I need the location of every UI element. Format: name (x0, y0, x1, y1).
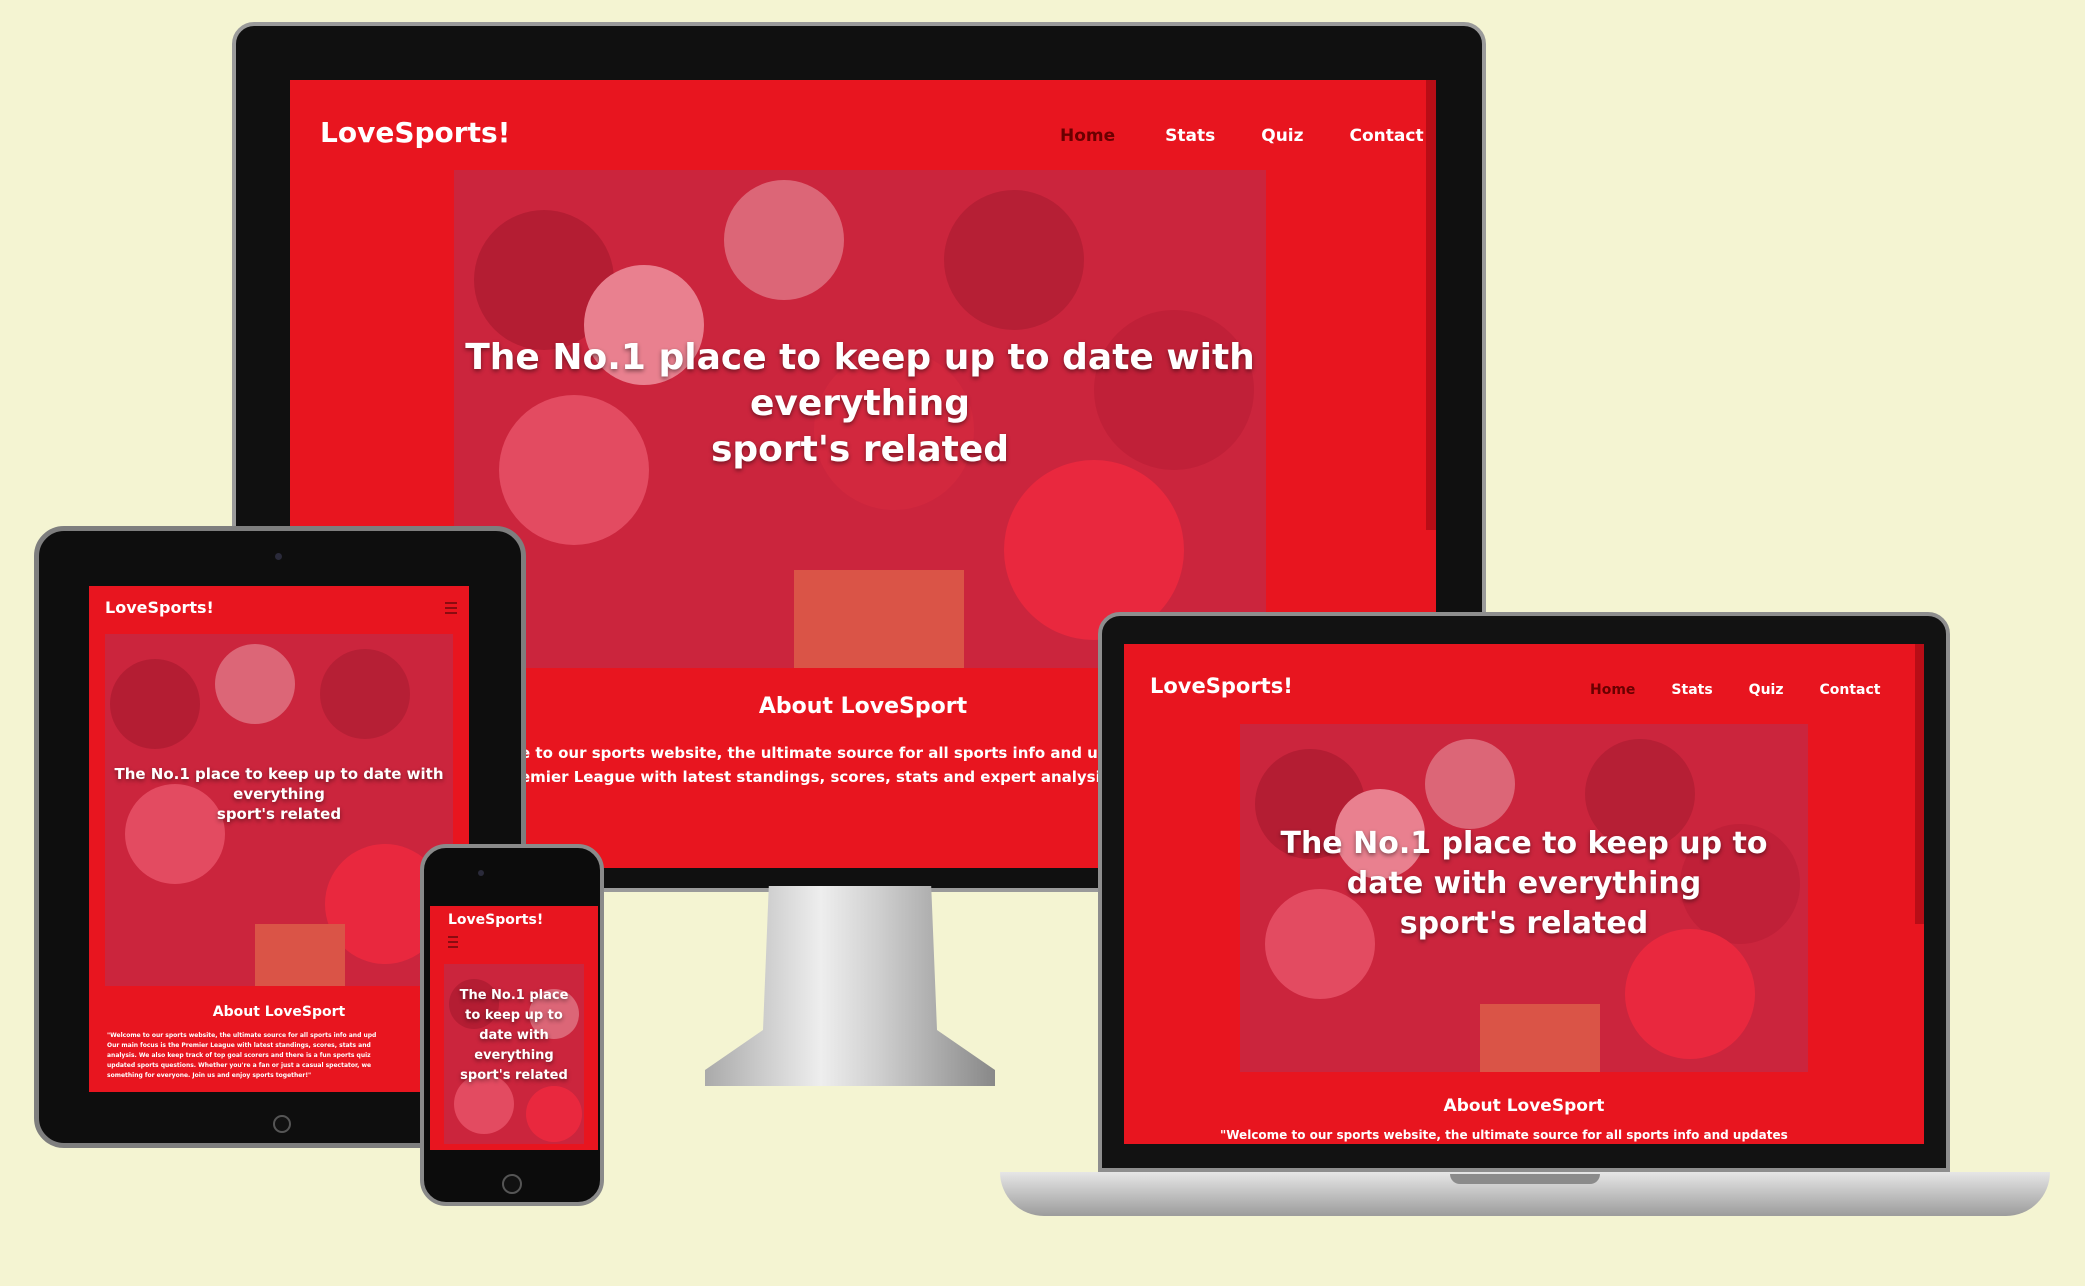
hero-line-2: date with everything (1346, 866, 1702, 901)
monitor-stand (705, 886, 995, 1086)
hero-line-1: The No.1 place to keep up to date with (114, 765, 444, 783)
nav-quiz[interactable]: Quiz (1261, 126, 1303, 146)
scrollbar[interactable] (1915, 644, 1924, 924)
about-text-line-3: analysis. We also keep track of top goal… (107, 1052, 371, 1059)
hero-line-1: The No.1 place to keep up to date with (465, 337, 1255, 378)
hero-headline: The No.1 place to keep up to date with e… (444, 986, 584, 1086)
main-nav: Home Stats Quiz Contact (1060, 126, 1424, 146)
site-logo[interactable]: LoveSports! (105, 598, 214, 617)
tablet-site-screen: LoveSports! The No.1 place to keep up to… (89, 586, 469, 1092)
phone-camera (478, 870, 484, 876)
nav-quiz[interactable]: Quiz (1749, 682, 1784, 698)
hero-line-3: date with (479, 1028, 549, 1043)
hero-line-2: to keep up to (465, 1008, 563, 1023)
main-nav: Home Stats Quiz Contact (1590, 682, 1881, 698)
tablet-home-button[interactable] (273, 1115, 291, 1133)
about-text-line-1: "Welcome to our sports website, the ulti… (107, 1032, 377, 1039)
phone-mockup: LoveSports! The No.1 place to keep up to… (420, 844, 604, 1206)
scrollbar[interactable] (1426, 80, 1436, 530)
hero-line-3: sport's related (1399, 906, 1649, 941)
nav-contact[interactable]: Contact (1350, 126, 1424, 146)
hero-banner: The No.1 place to keep up to date with e… (1240, 724, 1808, 1072)
hero-headline: The No.1 place to keep up to date with e… (454, 335, 1266, 473)
hero-banner: The No.1 place to keep up to date with e… (105, 634, 453, 986)
hamburger-menu-icon[interactable] (448, 936, 458, 951)
hero-headline: The No.1 place to keep up to date with e… (1240, 824, 1808, 944)
hero-line-1: The No.1 place (459, 988, 569, 1003)
laptop-site-screen: LoveSports! Home Stats Quiz Contact The … (1124, 644, 1924, 1144)
about-text-line-4: updated sports questions. Whether you're… (107, 1062, 372, 1069)
hero-line-5: sport's related (460, 1068, 568, 1083)
hero-line-3: sport's related (216, 805, 342, 823)
about-text-line-2: Our main focus is the Premier League wit… (107, 1042, 371, 1049)
hero-headline: The No.1 place to keep up to date with e… (105, 764, 453, 824)
about-title: About LoveSport (212, 1004, 346, 1020)
hero-line-2: everything (749, 383, 971, 424)
hero-line-2: everything (233, 785, 325, 803)
about-title: About LoveSport (1443, 1096, 1605, 1116)
nav-contact[interactable]: Contact (1820, 682, 1881, 698)
nav-stats[interactable]: Stats (1671, 682, 1712, 698)
hero-line-1: The No.1 place to keep up to (1280, 826, 1768, 861)
site-logo[interactable]: LoveSports! (1150, 674, 1293, 698)
phone-home-button[interactable] (502, 1174, 522, 1194)
nav-stats[interactable]: Stats (1165, 126, 1215, 146)
about-text-line-1: "Welcome to our sports website, the ulti… (1220, 1128, 1788, 1142)
hamburger-menu-icon[interactable] (445, 602, 457, 617)
about-text-line-5: something for everyone. Join us and enjo… (107, 1072, 312, 1079)
hero-banner: The No.1 place to keep up to date with e… (454, 170, 1266, 668)
nav-home[interactable]: Home (1060, 126, 1115, 146)
laptop-mockup: LoveSports! Home Stats Quiz Contact The … (1098, 612, 1950, 1172)
hero-line-3: sport's related (710, 429, 1010, 470)
phone-site-screen: LoveSports! The No.1 place to keep up to… (430, 906, 598, 1150)
site-logo[interactable]: LoveSports! (320, 116, 510, 149)
laptop-notch (1450, 1174, 1600, 1184)
site-logo[interactable]: LoveSports! (448, 912, 543, 928)
hero-banner: The No.1 place to keep up to date with e… (444, 964, 584, 1144)
nav-home[interactable]: Home (1590, 682, 1635, 698)
tablet-camera (275, 553, 282, 560)
hero-line-4: everything (474, 1048, 554, 1063)
